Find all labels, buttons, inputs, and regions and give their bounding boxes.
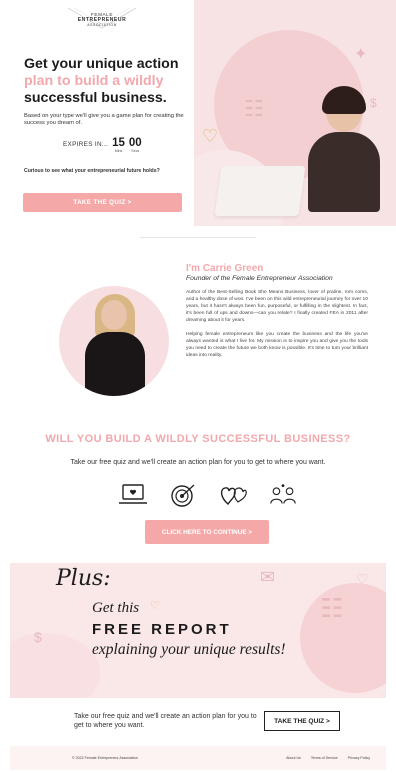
seconds-value: 00 [128,137,142,149]
take-quiz-button-bottom[interactable]: TAKE THE QUIZ > [264,711,340,731]
quiz-heading: WILL YOU BUILD A WILDLY SUCCESSFUL BUSIN… [45,433,351,445]
take-quiz-button[interactable]: TAKE THE QUIZ > [23,193,182,212]
hero-title-line-3: successful business. [24,90,167,106]
plus-script: Plus: [56,566,111,591]
laptop-heart-icon [118,482,148,508]
about-paragraph-1: Author of the Best-Selling Book She Mean… [186,290,368,323]
seconds-unit: Secs [131,149,140,153]
curious-text: Curious to see what your entrepreneurial… [24,168,160,174]
hero-subtitle: Based on your type we'll give you a game… [24,113,184,127]
cta-text: Take our free quiz and we'll create an a… [74,713,257,729]
countdown-timer: EXPIRES IN... 15 Mins 00 Secs [63,137,142,153]
footer-links: About Us Terms of Service Privacy Policy [286,756,370,760]
about-section: I'm Carrie Green Founder of the Female E… [186,263,368,366]
plus-explain-text: explaining your unique results! [92,641,286,658]
expires-label: EXPIRES IN... [63,141,109,148]
checklist-icon: ☷ [320,593,344,623]
feature-icons [118,480,298,510]
about-role: Founder of the Female Entrepreneur Assoc… [186,275,333,282]
minutes-value: 15 [112,137,125,149]
heart-icon: ♡ [150,600,160,612]
continue-button[interactable]: CLICK HERE TO CONTINUE > [145,520,269,544]
carrie-green-photo [59,286,169,396]
countdown-minutes: 15 Mins [112,137,125,153]
laptop-icon [214,166,306,216]
footer-link-about[interactable]: About Us [286,756,301,760]
hero-image: ✦ ☷ ♡ $ [194,0,396,226]
target-icon [168,482,198,508]
hearts-icon [218,482,248,508]
dollar-coin-icon: $ [34,629,42,645]
envelope-icon: ✉ [260,567,276,587]
free-report-text: FREE REPORT [92,621,232,638]
footer-link-terms[interactable]: Terms of Service [311,756,338,760]
page: FEMALE ENTREPRENEUR ASSOCIATION Get your… [0,0,396,773]
quiz-subheading: Take our free quiz and we'll create an a… [70,459,326,466]
hero-title: Get your unique action plan to build a w… [24,56,194,107]
hero-title-line-2: plan to build a wildly [24,73,164,89]
about-title: I'm Carrie Green [186,263,264,274]
checklist-icon: ☷ [244,96,264,121]
hero-title-line-1: Get your unique action [24,56,179,72]
team-icon [268,482,298,508]
footer-copyright: © 2022 Female Entrepreneur Association [72,756,138,760]
logo-line-3: ASSOCIATION [87,23,117,28]
hero-section: FEMALE ENTREPRENEUR ASSOCIATION Get your… [0,0,396,226]
countdown-seconds: 00 Secs [129,137,142,153]
woman-celebrating [302,86,382,212]
decorative-blob [10,633,100,698]
footer: © 2022 Female Entrepreneur Association A… [10,746,386,770]
logo-text: FEMALE ENTREPRENEUR ASSOCIATION [62,12,142,29]
about-paragraph-2: Helping female entrepreneurs like you cr… [186,332,368,358]
lightbulb-icon: ✦ [354,46,368,63]
heart-icon: ♡ [356,571,369,587]
logo[interactable]: FEMALE ENTREPRENEUR ASSOCIATION [62,6,142,32]
footer-link-privacy[interactable]: Privacy Policy [348,756,370,760]
hero-left: FEMALE ENTREPRENEUR ASSOCIATION Get your… [0,0,194,226]
minutes-unit: Mins [114,149,123,153]
divider [140,237,256,238]
plus-get-this: Get this [92,600,140,616]
heart-icon: ♡ [202,126,219,146]
